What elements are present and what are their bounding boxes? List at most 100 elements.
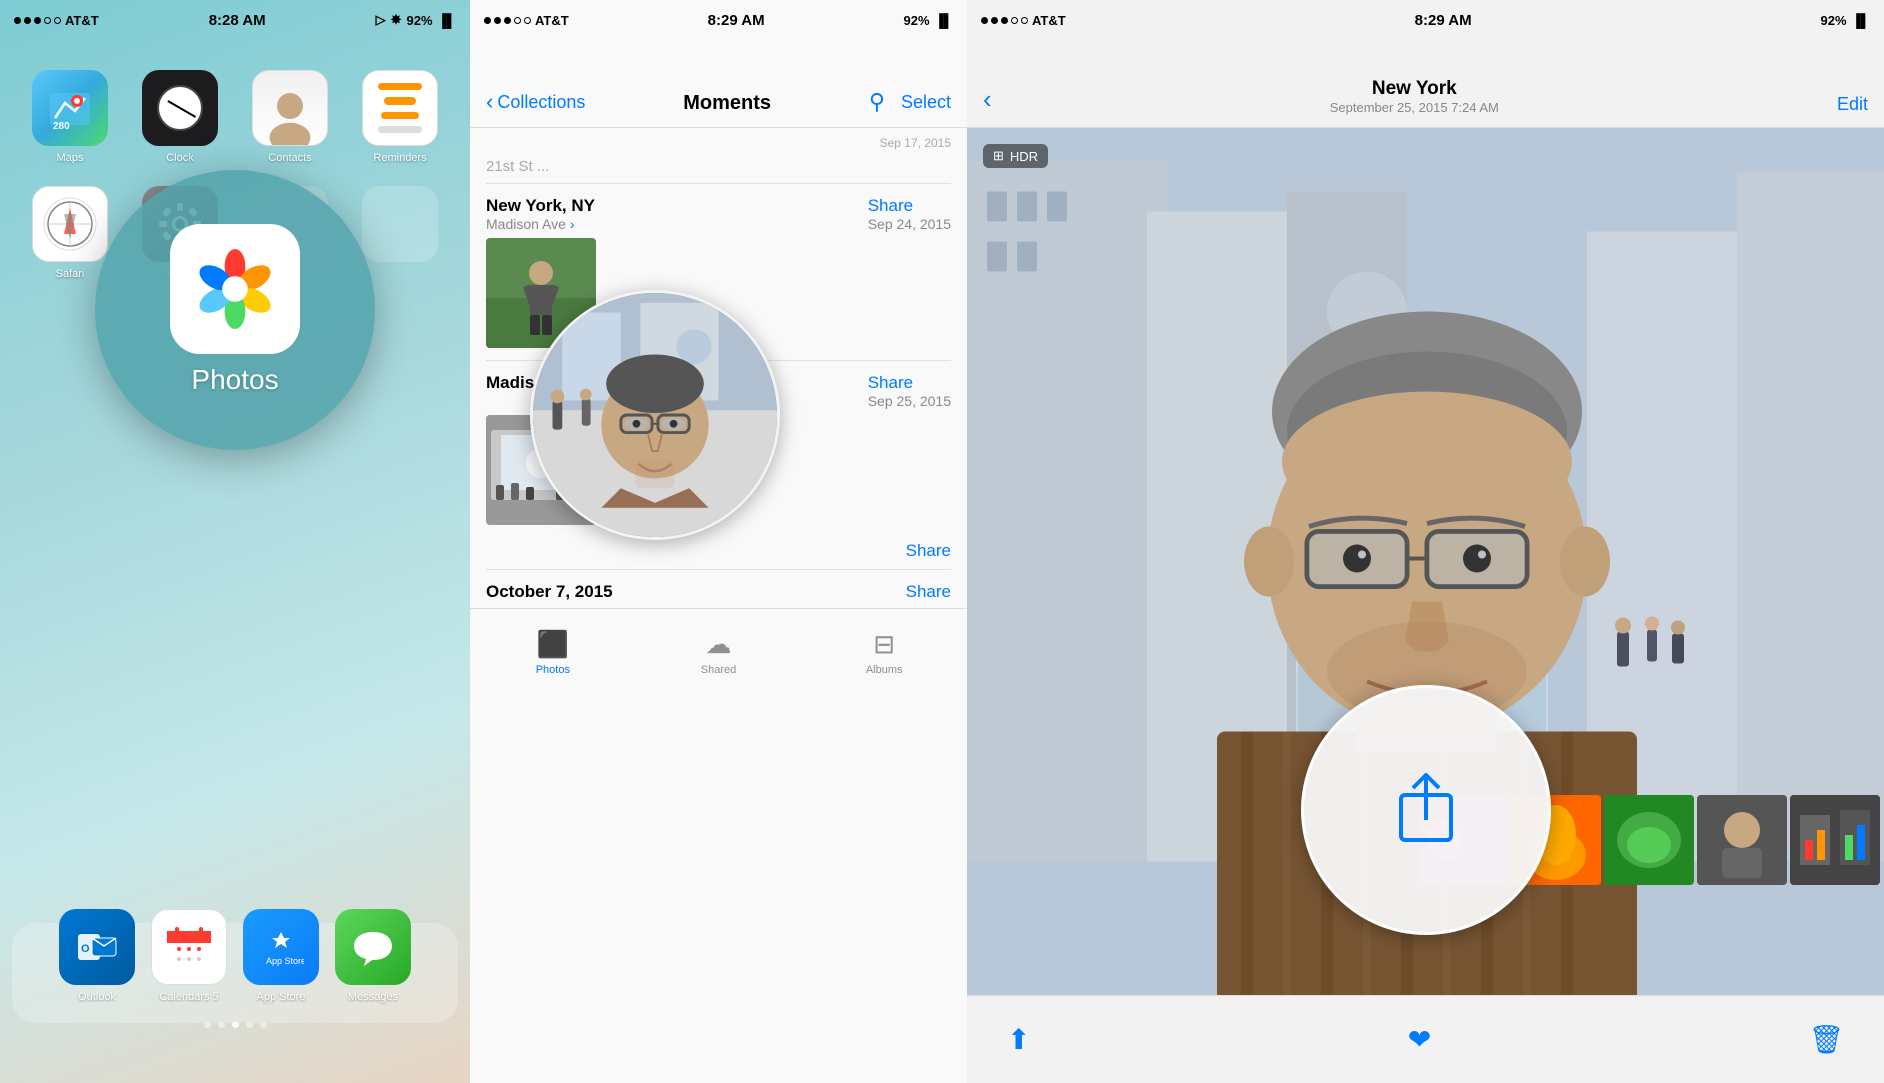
photos-tab-label: Photos <box>536 664 570 676</box>
messages-icon <box>335 909 411 985</box>
back-chevron-icon[interactable]: ‹ <box>486 89 493 115</box>
sublocation-text-1: Madison Ave <box>486 216 566 232</box>
hdr-badge: ⊞ HDR <box>983 144 1048 168</box>
location-icon: ▷ <box>376 12 386 28</box>
safari-svg <box>42 196 98 252</box>
app-appstore[interactable]: App Store App Store <box>243 909 319 1003</box>
carrier-detail: AT&T <box>1032 13 1066 28</box>
edit-button[interactable]: Edit <box>1837 94 1868 115</box>
app-reminders[interactable]: Reminders <box>350 70 450 164</box>
signal-dots-detail <box>981 17 1028 24</box>
strip-thumb-5[interactable] <box>1790 795 1880 885</box>
time-home: 8:28 AM <box>209 12 266 29</box>
carrier-moments: AT&T <box>535 13 569 28</box>
moment-sublocation-1: Madison Ave › <box>486 216 595 232</box>
strip-thumb-svg-4 <box>1697 795 1787 885</box>
dot3 <box>34 17 41 24</box>
reminders-label: Reminders <box>373 152 426 164</box>
shared-tab-icon: ☁ <box>706 629 732 660</box>
moment-date-1: Sep 24, 2015 <box>868 216 951 232</box>
sublocation-chevron-1: › <box>570 216 575 232</box>
dot4 <box>44 17 51 24</box>
appstore-label: App Store <box>257 991 306 1003</box>
share-bottom-button[interactable]: ⬆ <box>1007 1023 1030 1056</box>
partial-moment-date: Sep 17, 2015 <box>470 128 967 158</box>
photos-zoom-overlay[interactable]: Photos <box>95 170 375 450</box>
hdr-text: HDR <box>1010 149 1038 164</box>
collections-back-button[interactable]: Collections <box>497 92 585 113</box>
moment-location-3: October 7, 2015 <box>486 582 613 602</box>
tab-shared[interactable]: ☁ Shared <box>636 629 802 676</box>
contacts-svg <box>260 80 320 145</box>
share-circle-overlay <box>1301 685 1551 935</box>
strip-thumb-4[interactable] <box>1697 795 1787 885</box>
share-btn-2[interactable]: Share <box>868 373 951 393</box>
app-contacts[interactable]: Contacts <box>240 70 340 164</box>
select-button[interactable]: Select <box>901 92 951 113</box>
magnify-face-svg <box>533 290 777 540</box>
app-cal5[interactable]: Calendars 5 <box>151 909 227 1003</box>
moment-meta-2: Share Sep 25, 2015 <box>868 373 951 409</box>
strip-thumb-svg-3 <box>1604 795 1694 885</box>
dot2 <box>24 17 31 24</box>
safari-label: Safari <box>56 268 85 280</box>
albums-tab-label: Albums <box>866 664 903 676</box>
favorite-button[interactable]: ❤ <box>1408 1023 1431 1056</box>
dock: O Outlook <box>0 909 470 1003</box>
photos-flower-svg <box>195 249 275 329</box>
photos-icon-large <box>170 224 300 354</box>
signal-dots <box>14 17 61 24</box>
app-messages[interactable]: Messages <box>335 909 411 1003</box>
magnify-circle <box>530 290 780 540</box>
svg-text:App Store: App Store <box>266 956 304 966</box>
maps-label: Maps <box>57 152 84 164</box>
reminder-line-2 <box>384 97 416 104</box>
share-icon-svg <box>1391 770 1461 850</box>
appstore-svg: App Store <box>258 924 304 970</box>
app-clock[interactable]: Clock <box>130 70 230 164</box>
cal5-label: Calendars 5 <box>159 991 218 1003</box>
battery-icon-detail: ▐▌ <box>1852 13 1870 28</box>
delete-button[interactable]: 🗑 <box>1808 1023 1844 1056</box>
detail-nav-bar: ‹ New York September 25, 2015 7:24 AM Ed… <box>967 40 1884 128</box>
battery-icon-moments: ▐▌ <box>935 13 953 28</box>
share-btn-1[interactable]: Share <box>868 196 951 216</box>
app-outlook[interactable]: O Outlook <box>59 909 135 1003</box>
time-detail: 8:29 AM <box>1415 12 1472 29</box>
reminder-line-1 <box>378 83 421 90</box>
moment-group-3: October 7, 2015 Share <box>470 570 967 608</box>
strip-thumb-3[interactable] <box>1604 795 1694 885</box>
messages-svg <box>350 924 396 970</box>
clock-icon <box>142 70 218 146</box>
share-btn-3[interactable]: Share <box>906 541 951 561</box>
cal5-icon <box>151 909 227 985</box>
nav-left-moments[interactable]: ‹ Collections <box>486 89 585 115</box>
status-left-moments: AT&T <box>484 13 569 28</box>
appstore-icon: App Store <box>243 909 319 985</box>
tab-albums[interactable]: ⊟ Albums <box>801 629 967 676</box>
share-btn-4[interactable]: Share <box>906 582 951 602</box>
detail-photo-area[interactable]: ⊞ HDR <box>967 128 1884 995</box>
dot1 <box>14 17 21 24</box>
detail-title-block: New York September 25, 2015 7:24 AM <box>992 78 1837 115</box>
albums-tab-icon: ⊟ <box>873 629 895 660</box>
time-moments: 8:29 AM <box>708 12 765 29</box>
outlook-svg: O <box>74 924 120 970</box>
moment-location-block-3: October 7, 2015 <box>486 582 613 602</box>
signal-dots-moments <box>484 17 531 24</box>
moments-title: Moments <box>683 92 771 115</box>
moments-screen: AT&T 8:29 AM 92% ▐▌ ‹ Collections Moment… <box>470 0 967 1083</box>
dot5 <box>54 17 61 24</box>
empty-icon-2 <box>362 186 438 262</box>
tab-photos[interactable]: ⬛ Photos <box>470 629 636 676</box>
app-maps[interactable]: 280 Maps <box>20 70 120 164</box>
detail-back-button[interactable]: ‹ <box>983 84 992 115</box>
battery-detail: 92% <box>1821 13 1847 28</box>
share-row-3: Share <box>470 537 967 569</box>
carrier-home: AT&T <box>65 13 99 28</box>
search-button[interactable]: ⚲ <box>869 89 885 115</box>
moment-meta-1: Share Sep 24, 2015 <box>868 196 951 232</box>
hdr-layers-icon: ⊞ <box>993 148 1004 164</box>
contacts-icon <box>252 70 328 146</box>
home-screen: AT&T 8:28 AM ▷ ✸ 92% ▐▌ 280 Maps <box>0 0 470 1083</box>
